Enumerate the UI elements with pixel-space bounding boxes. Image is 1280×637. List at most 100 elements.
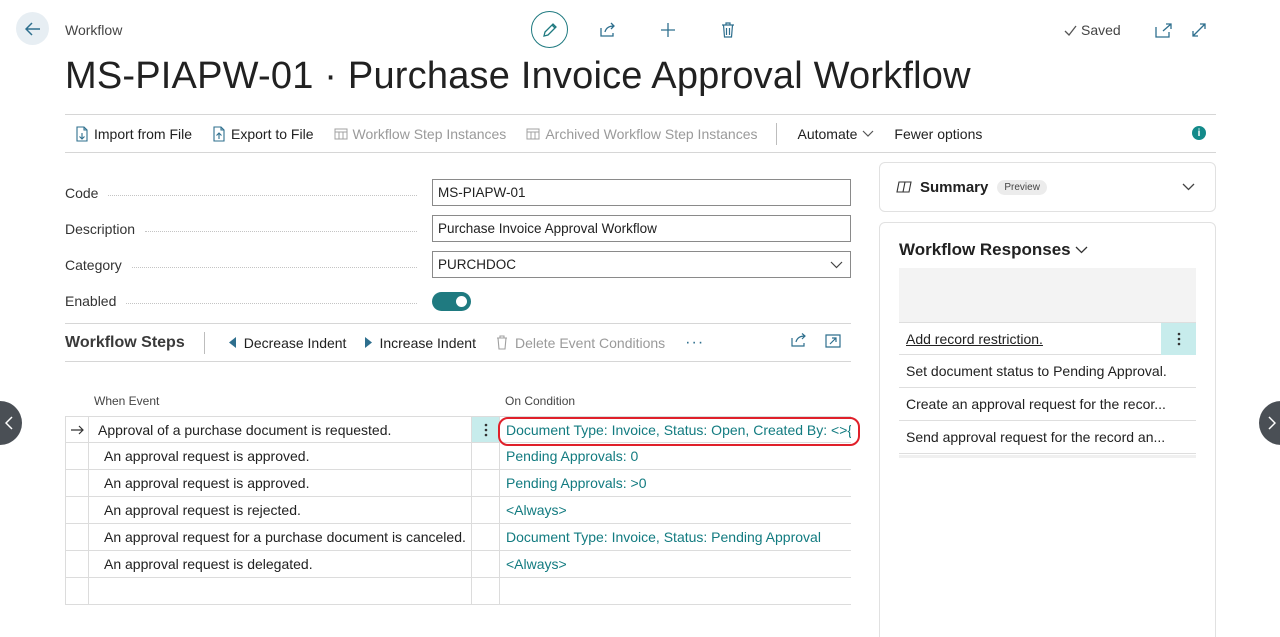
workflow-steps-title: Workflow Steps xyxy=(65,333,185,351)
event-cell[interactable]: An approval request is delegated. xyxy=(89,551,471,577)
table-row[interactable]: An approval request is rejected. <Always… xyxy=(65,497,851,524)
plus-icon xyxy=(661,22,675,37)
new-button[interactable] xyxy=(648,11,688,48)
condition-cell[interactable]: Pending Approvals: >0 xyxy=(500,470,851,496)
previous-page-button[interactable] xyxy=(0,401,22,445)
row-indicator xyxy=(65,497,89,523)
column-header-condition[interactable]: On Condition xyxy=(505,394,575,408)
trash-icon xyxy=(496,335,507,350)
vertical-dots-icon xyxy=(484,423,487,436)
open-new-window-button[interactable] xyxy=(1153,20,1173,40)
delete-event-conditions-button[interactable]: Delete Event Conditions xyxy=(496,335,665,351)
automate-label: Automate xyxy=(797,125,858,142)
summary-card[interactable]: Summary Preview xyxy=(879,162,1216,212)
condition-cell[interactable]: Document Type: Invoice, Status: Pending … xyxy=(500,524,851,550)
action-divider xyxy=(776,122,778,145)
table-row[interactable]: An approval request is approved. Pending… xyxy=(65,470,851,497)
row-menu-cell xyxy=(471,524,500,550)
category-value: PURCHDOC xyxy=(438,257,517,272)
automate-menu[interactable]: Automate xyxy=(797,126,874,142)
chevron-left-icon xyxy=(5,416,13,430)
event-cell[interactable]: An approval request is rejected. xyxy=(89,497,471,523)
toolbar-divider xyxy=(203,331,205,354)
table-row[interactable]: An approval request for a purchase docum… xyxy=(65,524,851,551)
import-from-file-action[interactable]: Import from File xyxy=(75,126,192,142)
response-item[interactable]: Send approval request for the record an.… xyxy=(899,421,1196,454)
chevron-down-icon xyxy=(1182,183,1195,191)
file-export-icon xyxy=(212,125,226,142)
chevron-down-icon xyxy=(862,130,874,137)
delete-button[interactable] xyxy=(708,11,748,48)
row-indicator xyxy=(65,470,89,496)
code-label: Code xyxy=(65,185,425,201)
response-item[interactable]: Set document status to Pending Approval. xyxy=(899,355,1196,388)
workflow-step-instances-label: Workflow Step Instances xyxy=(352,125,507,142)
info-icon[interactable]: i xyxy=(1192,126,1206,140)
row-menu-cell xyxy=(471,443,500,469)
preview-badge: Preview xyxy=(997,179,1047,195)
row-menu-cell xyxy=(471,578,500,604)
fewer-options-button[interactable]: Fewer options xyxy=(894,126,982,142)
decrease-indent-button[interactable]: Decrease Indent xyxy=(228,335,346,351)
archived-step-instances-action[interactable]: Archived Workflow Step Instances xyxy=(526,126,757,142)
back-button[interactable] xyxy=(16,12,49,45)
description-label-text: Description xyxy=(65,221,136,237)
increase-indent-button[interactable]: Increase Indent xyxy=(364,335,476,351)
condition-cell[interactable]: <Always> xyxy=(500,551,851,577)
table-row[interactable]: An approval request is approved. Pending… xyxy=(65,443,851,470)
condition-cell[interactable] xyxy=(500,578,851,604)
edit-button[interactable] xyxy=(531,11,568,48)
row-menu-button[interactable] xyxy=(471,417,500,442)
workflow-step-instances-action[interactable]: Workflow Step Instances xyxy=(334,125,507,142)
chevron-down-icon xyxy=(830,261,843,269)
event-cell[interactable]: An approval request is approved. xyxy=(89,443,471,469)
export-to-file-action[interactable]: Export to File xyxy=(212,125,314,142)
delete-event-conditions-label: Delete Event Conditions xyxy=(514,334,666,351)
event-cell[interactable] xyxy=(89,578,471,604)
file-import-icon xyxy=(75,125,89,142)
triangle-right-icon xyxy=(365,337,373,348)
more-options-icon[interactable]: ··· xyxy=(685,334,704,352)
share-button[interactable] xyxy=(588,11,628,48)
condition-highlight-annotation xyxy=(498,417,860,446)
category-label: Category xyxy=(65,257,425,273)
response-item[interactable]: Create an approval request for the recor… xyxy=(899,388,1196,421)
response-item[interactable]: Add record restriction. xyxy=(899,322,1196,355)
pencil-icon xyxy=(542,22,557,37)
open-in-new-icon xyxy=(1154,22,1172,38)
trash-icon xyxy=(722,21,734,38)
enabled-toggle[interactable] xyxy=(432,292,471,311)
table-row[interactable]: An approval request is delegated. <Alway… xyxy=(65,551,851,578)
expand-button[interactable] xyxy=(1189,20,1209,40)
next-page-button[interactable] xyxy=(1259,401,1280,445)
vertical-dots-icon xyxy=(1177,332,1180,346)
column-header-event[interactable]: When Event xyxy=(94,394,159,408)
share-icon[interactable] xyxy=(790,332,807,353)
enabled-label-text: Enabled xyxy=(65,293,117,309)
row-indicator xyxy=(65,551,89,577)
row-indicator xyxy=(65,578,89,604)
summary-title: Summary xyxy=(920,178,989,196)
event-cell[interactable]: Approval of a purchase document is reque… xyxy=(89,417,471,442)
increase-indent-label: Increase Indent xyxy=(379,334,476,351)
workflow-responses-title: Workflow Responses xyxy=(899,240,1071,259)
saved-status: Saved xyxy=(1064,22,1121,38)
code-field[interactable]: MS-PIAPW-01 xyxy=(432,179,851,206)
category-select[interactable]: PURCHDOC xyxy=(432,251,851,278)
table-icon xyxy=(334,126,348,142)
row-indicator xyxy=(65,443,89,469)
collapse-icon[interactable] xyxy=(825,333,841,353)
event-cell[interactable]: An approval request for a purchase docum… xyxy=(89,524,471,550)
row-indicator xyxy=(65,524,89,550)
saved-label: Saved xyxy=(1081,22,1121,38)
workflow-responses-header[interactable]: Workflow Responses xyxy=(899,240,1088,260)
table-row[interactable] xyxy=(65,578,851,605)
response-link[interactable]: Add record restriction. xyxy=(906,331,1043,347)
event-cell[interactable]: An approval request is approved. xyxy=(89,470,471,496)
breadcrumb[interactable]: Workflow xyxy=(65,22,122,38)
responses-scroll-edge xyxy=(899,455,1196,458)
condition-cell[interactable]: <Always> xyxy=(500,497,851,523)
response-menu-button[interactable] xyxy=(1161,323,1196,355)
condition-cell[interactable]: Pending Approvals: 0 xyxy=(500,443,851,469)
description-field[interactable]: Purchase Invoice Approval Workflow xyxy=(432,215,851,242)
